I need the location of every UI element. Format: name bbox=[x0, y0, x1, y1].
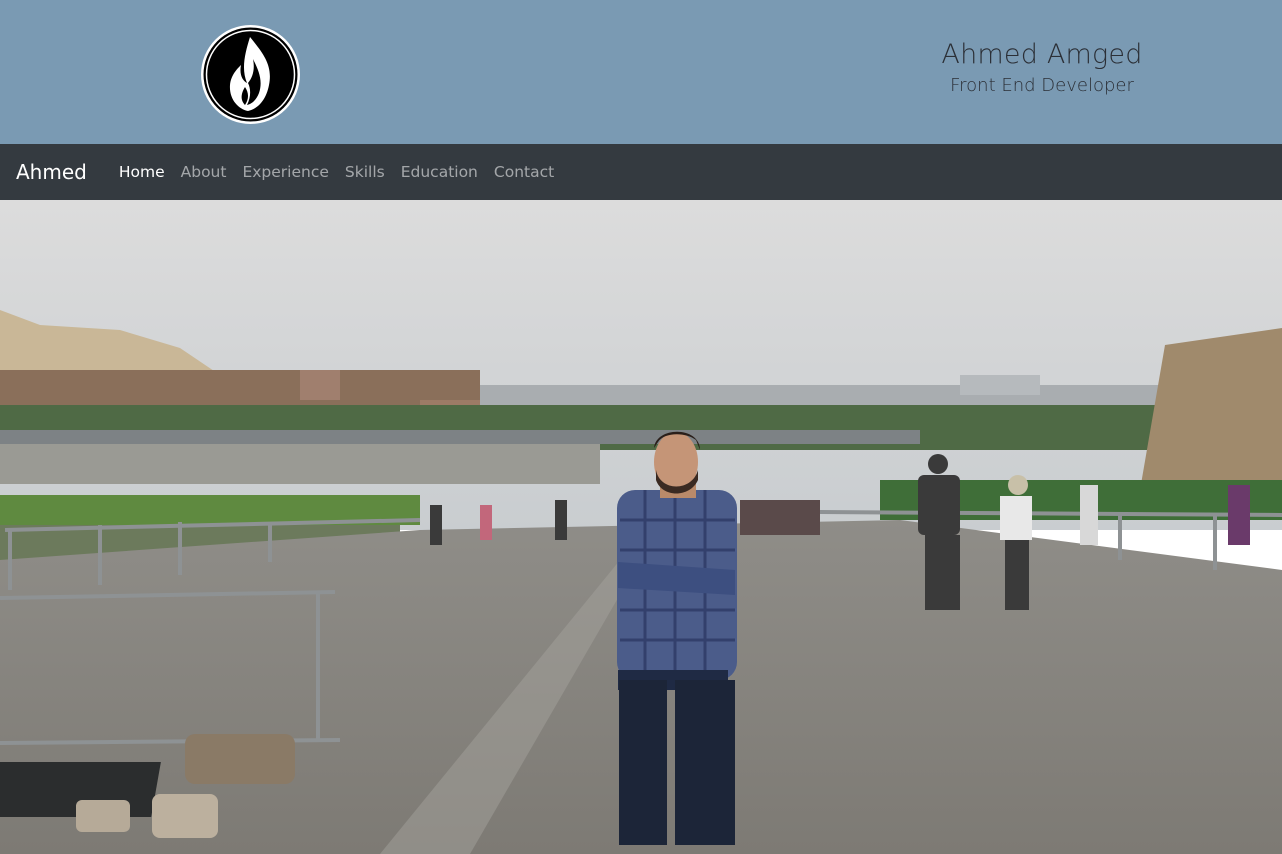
site-header: Ahmed Amged Front End Developer bbox=[0, 0, 1282, 144]
nav-item-about: About bbox=[173, 163, 235, 181]
nav-link-experience[interactable]: Experience bbox=[234, 163, 336, 181]
nav-item-experience: Experience bbox=[234, 163, 336, 181]
profile-photo bbox=[0, 200, 1282, 854]
navbar-brand[interactable]: Ahmed bbox=[16, 160, 87, 184]
nav-item-education: Education bbox=[393, 163, 486, 181]
nav-item-contact: Contact bbox=[486, 163, 562, 181]
person-title: Front End Developer bbox=[950, 75, 1134, 96]
logo[interactable] bbox=[201, 25, 300, 124]
nav-link-home[interactable]: Home bbox=[111, 163, 173, 181]
nav-list: Home About Experience Skills Education C… bbox=[111, 163, 562, 181]
identity-block: Ahmed Amged Front End Developer bbox=[900, 38, 1184, 98]
hero-photo bbox=[0, 200, 1282, 854]
flame-icon bbox=[203, 27, 298, 122]
nav-item-home: Home bbox=[111, 163, 173, 181]
person-figure bbox=[617, 431, 737, 845]
nav-item-skills: Skills bbox=[337, 163, 393, 181]
main-navbar: Ahmed Home About Experience Skills Educa… bbox=[0, 144, 1282, 200]
nav-link-skills[interactable]: Skills bbox=[337, 163, 393, 181]
nav-link-about[interactable]: About bbox=[173, 163, 235, 181]
nav-link-contact[interactable]: Contact bbox=[486, 163, 562, 181]
nav-link-education[interactable]: Education bbox=[393, 163, 486, 181]
person-name: Ahmed Amged bbox=[941, 39, 1143, 70]
